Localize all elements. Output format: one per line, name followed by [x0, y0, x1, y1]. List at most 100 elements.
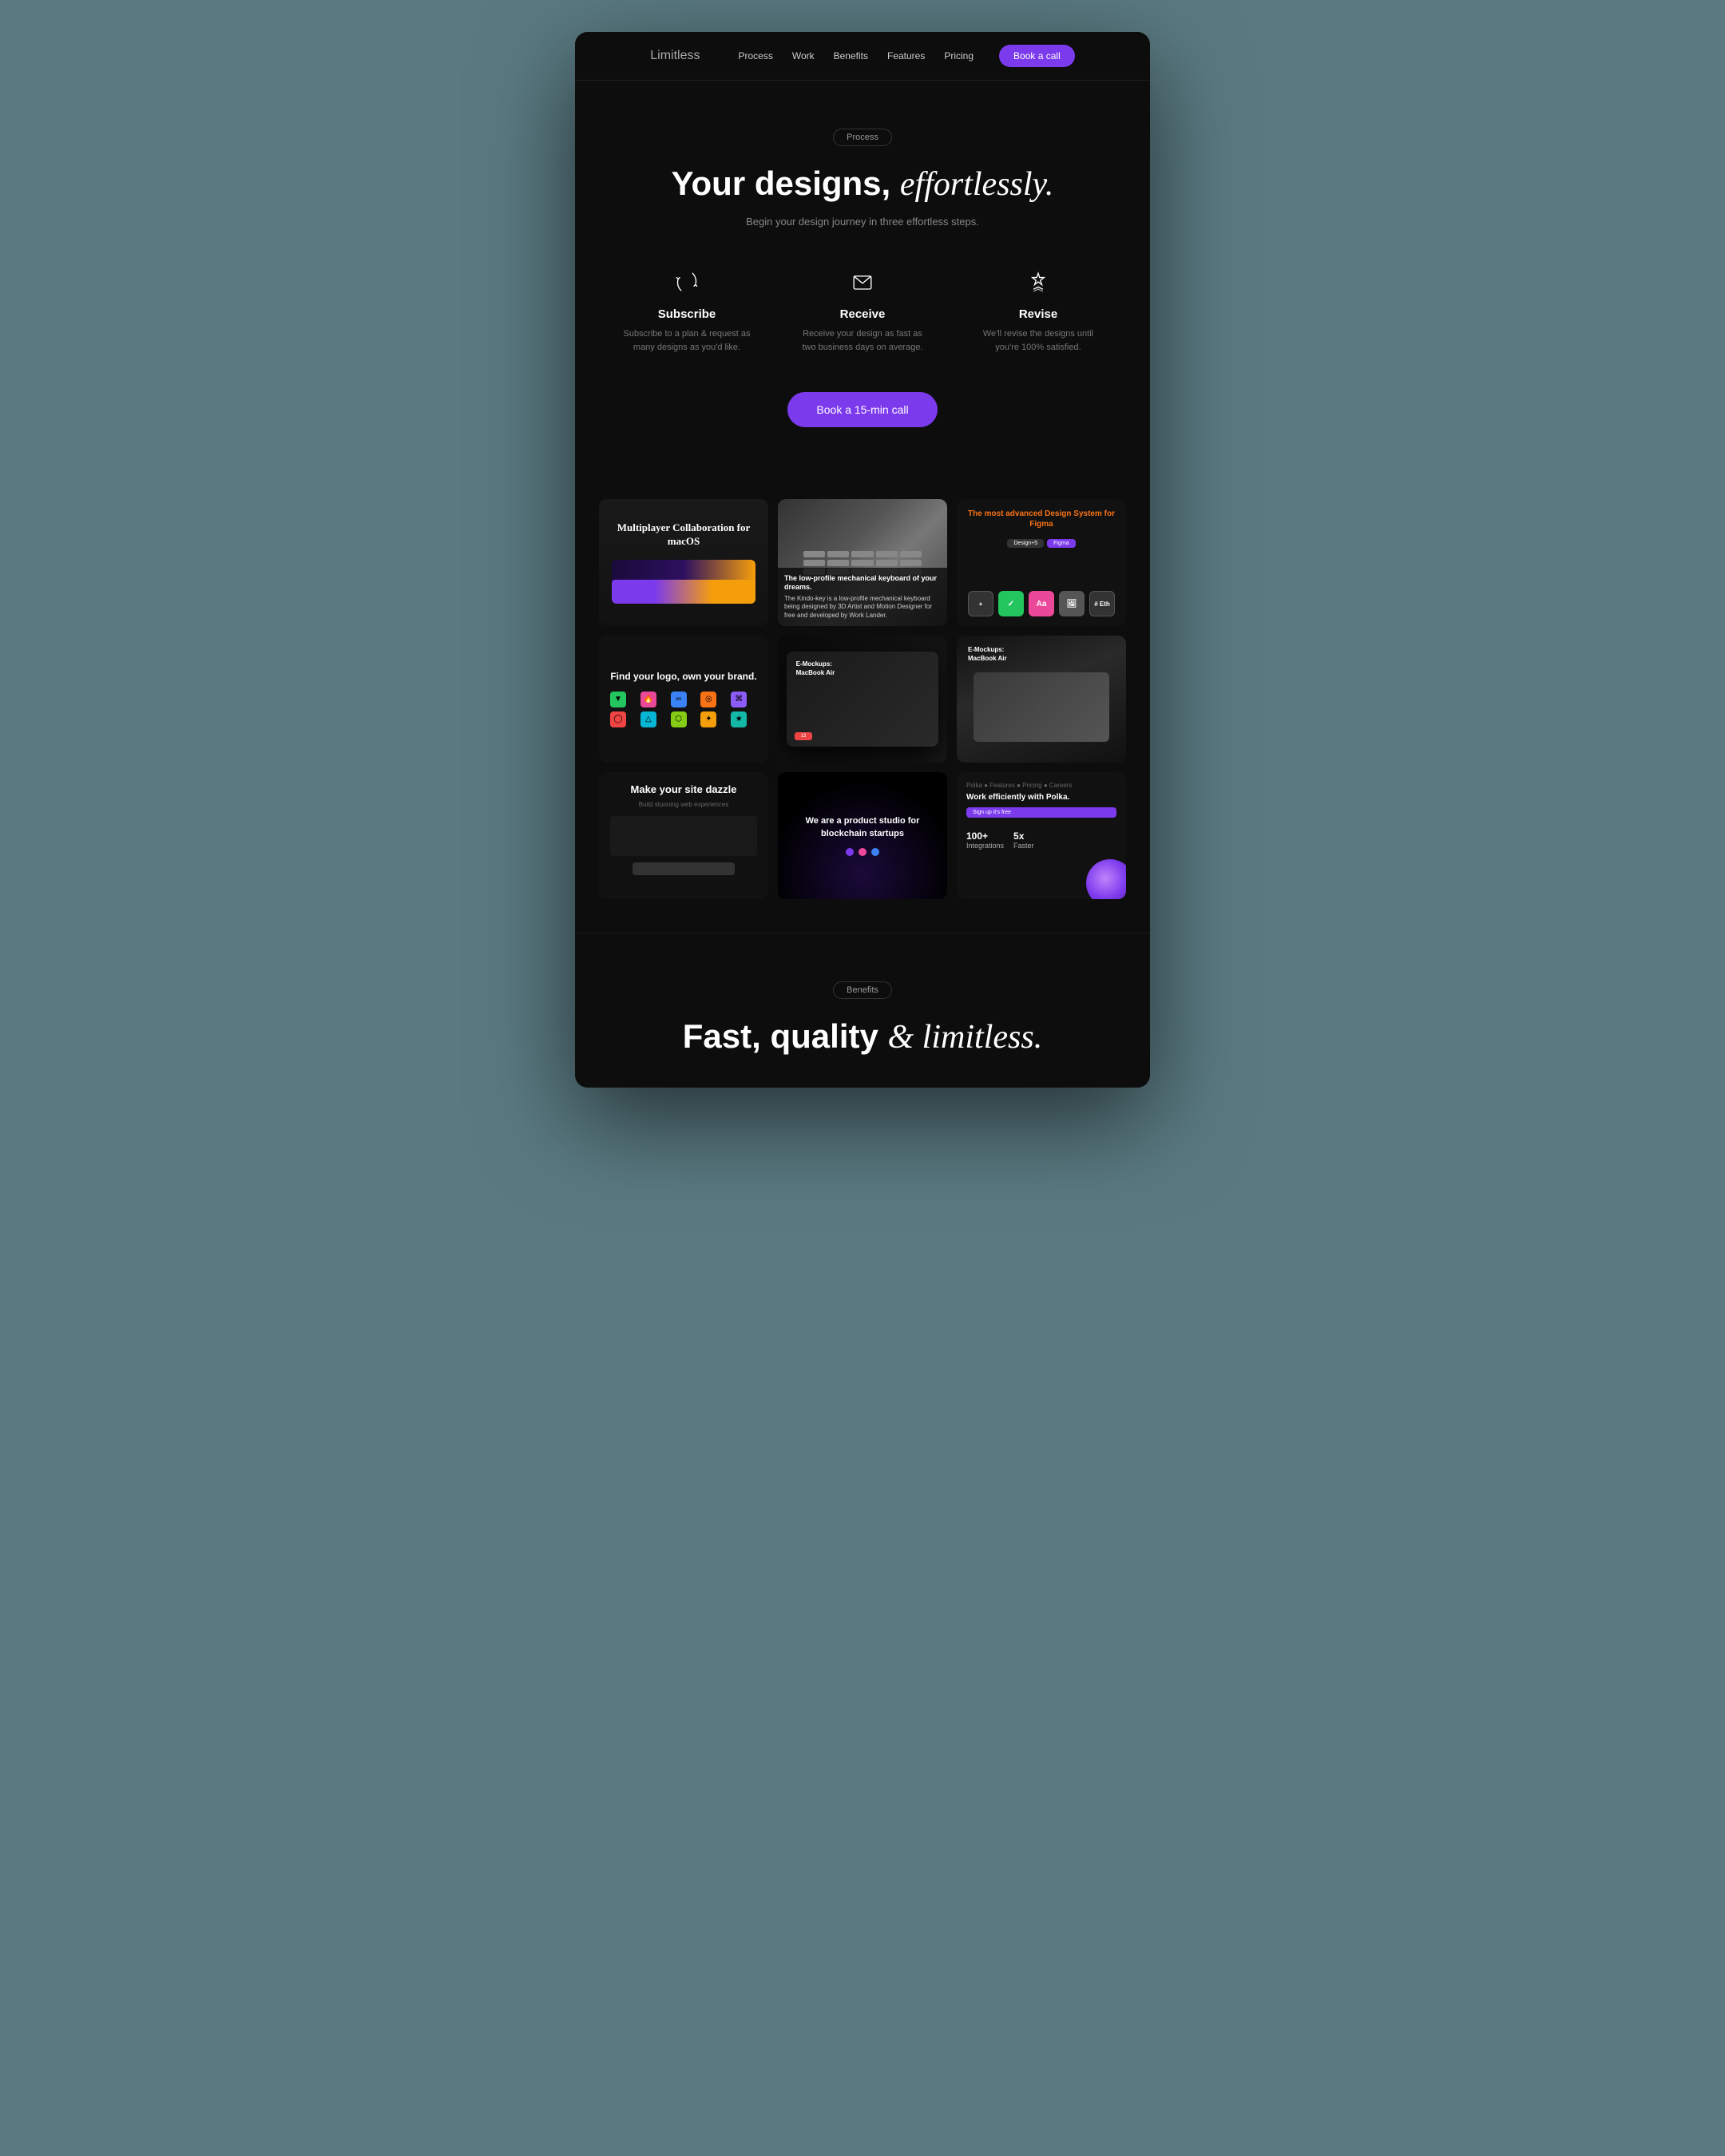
keyboard-desc: The Kindo-key is a low-profile mechanica…: [784, 595, 941, 620]
polka-stat-1: 100+ Integrations: [966, 830, 1004, 850]
step-receive: Receive Receive your design as fast as t…: [799, 266, 926, 354]
work-card-polka[interactable]: Polka ● Features ● Pricing ● Careers Wor…: [957, 772, 1126, 899]
dazzle-bar: [632, 862, 736, 875]
logo-icons-grid: ▼ 🔥 ∞ ◎ ⌘ ◯ △ ⬡ ✦ ★: [610, 692, 757, 727]
step-subscribe-title: Subscribe: [623, 307, 751, 321]
browser-window: Limitless Process Work Benefits Features…: [575, 32, 1150, 1088]
macbook-dark-container: E-Mockups:MacBook Air 13: [787, 652, 939, 747]
step-receive-title: Receive: [799, 307, 926, 321]
figma-btn2: Figma: [1047, 539, 1075, 548]
nav-benefits[interactable]: Benefits: [834, 50, 868, 61]
work-grid-row3: Make your site dazzle Build stunning web…: [599, 772, 1126, 899]
steps-container: Subscribe Subscribe to a plan & request …: [607, 266, 1118, 354]
work-card-logo[interactable]: Find your logo, own your brand. ▼ 🔥 ∞ ◎ …: [599, 636, 768, 763]
polka-title: Work efficiently with Polka.: [966, 792, 1116, 803]
polka-stat-2: 5x Faster: [1013, 830, 1034, 850]
nav-features[interactable]: Features: [887, 50, 925, 61]
benefits-title-italic: & limitless.: [888, 1019, 1043, 1056]
nav-process[interactable]: Process: [738, 50, 772, 61]
navigation: Limitless Process Work Benefits Features…: [575, 32, 1150, 81]
nav-pricing[interactable]: Pricing: [944, 50, 974, 61]
work-card-macbook-dark[interactable]: E-Mockups:MacBook Air 13: [778, 636, 947, 763]
work-section: Multiplayer Collaboration for macOS The …: [575, 483, 1150, 933]
hero-title-italic: effortlessly.: [900, 166, 1054, 203]
macbook-dark-body: E-Mockups:MacBook Air 13: [787, 652, 939, 747]
hero-subtitle: Begin your design journey in three effor…: [607, 216, 1118, 228]
figma-el-img: 🖼: [1059, 591, 1085, 616]
logo-bold: Limit: [650, 49, 677, 62]
logo-icon-5: ⌘: [731, 692, 747, 707]
figma-btn1: Design+5: [1007, 539, 1044, 548]
logo-icon-7: △: [640, 711, 656, 727]
logo[interactable]: Limitless: [650, 49, 700, 63]
work-card-keyboard[interactable]: The low-profile mechanical keyboard of y…: [778, 499, 947, 626]
hero-title-normal: Your designs,: [672, 164, 891, 202]
book-call-button[interactable]: Book a call: [999, 45, 1075, 67]
nav-work[interactable]: Work: [792, 50, 815, 61]
revise-icon: [974, 266, 1102, 298]
logo-icon-9: ✦: [700, 711, 716, 727]
logo-light: less: [677, 49, 700, 62]
blockchain-title: We are a product studio for blockchain s…: [789, 815, 936, 840]
figma-el-check: ✓: [998, 591, 1024, 616]
figma-title: The most advanced Design System for Figm…: [966, 509, 1116, 529]
work-card-multiplayer[interactable]: Multiplayer Collaboration for macOS: [599, 499, 768, 626]
figma-el-aa: Aa: [1029, 591, 1054, 616]
benefits-title: Fast, quality & limitless.: [607, 1018, 1118, 1056]
nav-links: Process Work Benefits Features Pricing: [738, 50, 974, 61]
figma-accent: Figma: [1029, 520, 1053, 529]
subscribe-icon: [623, 266, 751, 298]
step-revise: Revise We'll revise the designs until yo…: [974, 266, 1102, 354]
hero-title: Your designs, effortlessly.: [607, 165, 1118, 203]
multiplayer-title: Multiplayer Collaboration for macOS: [612, 521, 755, 549]
keyboard-heading: The low-profile mechanical keyboard of y…: [784, 574, 941, 593]
step-receive-desc: Receive your design as fast as two busin…: [799, 327, 926, 354]
logo-icon-4: ◎: [700, 692, 716, 707]
benefits-section: Benefits Fast, quality & limitless.: [575, 933, 1150, 1088]
logo-icon-1: ▼: [610, 692, 626, 707]
work-grid-row1: Multiplayer Collaboration for macOS The …: [599, 499, 1126, 626]
dazzle-title: Make your site dazzle: [631, 783, 737, 796]
step-subscribe-desc: Subscribe to a plan & request as many de…: [623, 327, 751, 354]
hero-section: Process Your designs, effortlessly. Begi…: [575, 81, 1150, 483]
logo-icon-8: ⬡: [671, 711, 687, 727]
dot-pink: [859, 848, 866, 856]
polka-stat2-label: Faster: [1013, 842, 1034, 850]
benefits-title-normal: Fast, quality: [683, 1017, 878, 1055]
work-card-macbook-light[interactable]: E-Mockups:MacBook Air: [957, 636, 1126, 763]
polka-stats: 100+ Integrations 5x Faster: [966, 830, 1116, 850]
receive-icon: [799, 266, 926, 298]
macbook-light-body: [974, 672, 1109, 742]
logo-icon-6: ◯: [610, 711, 626, 727]
logo-icon-10: ★: [731, 711, 747, 727]
step-subscribe: Subscribe Subscribe to a plan & request …: [623, 266, 751, 354]
blockchain-dots: [846, 848, 879, 856]
book-15min-button[interactable]: Book a 15-min call: [787, 392, 937, 427]
macbook-light-inner: E-Mockups:MacBook Air: [957, 636, 1126, 763]
polka-cta-btn[interactable]: Sign up it's free: [966, 807, 1116, 818]
macbook-dark-label: E-Mockups:MacBook Air: [787, 652, 939, 685]
polka-stat2-val: 5x: [1013, 830, 1034, 842]
process-badge: Process: [833, 129, 892, 146]
work-card-figma[interactable]: The most advanced Design System for Figm…: [957, 499, 1126, 626]
benefits-badge: Benefits: [833, 981, 892, 999]
macbook-red-badge: 13: [795, 732, 813, 740]
work-card-dazzle[interactable]: Make your site dazzle Build stunning web…: [599, 772, 768, 899]
polka-nav: Polka ● Features ● Pricing ● Careers: [966, 782, 1116, 789]
figma-el-eth: # Eth: [1089, 591, 1115, 616]
multiplayer-preview: [612, 560, 755, 604]
logo-icon-2: 🔥: [640, 692, 656, 707]
figma-buttons: Design+5 Figma: [966, 539, 1116, 548]
keyboard-overlay: The low-profile mechanical keyboard of y…: [778, 568, 947, 627]
figma-el-plus: +: [968, 591, 993, 616]
logo-icon-3: ∞: [671, 692, 687, 707]
dazzle-preview: [610, 816, 757, 856]
dot-blue: [871, 848, 879, 856]
work-card-blockchain[interactable]: We are a product studio for blockchain s…: [778, 772, 947, 899]
polka-decorative-ball: [1086, 859, 1126, 899]
polka-stat1-label: Integrations: [966, 842, 1004, 850]
dot-purple: [846, 848, 854, 856]
macbook-light-label: E-Mockups:MacBook Air: [968, 645, 1007, 663]
work-grid-row2: Find your logo, own your brand. ▼ 🔥 ∞ ◎ …: [599, 636, 1126, 763]
step-revise-title: Revise: [974, 307, 1102, 321]
